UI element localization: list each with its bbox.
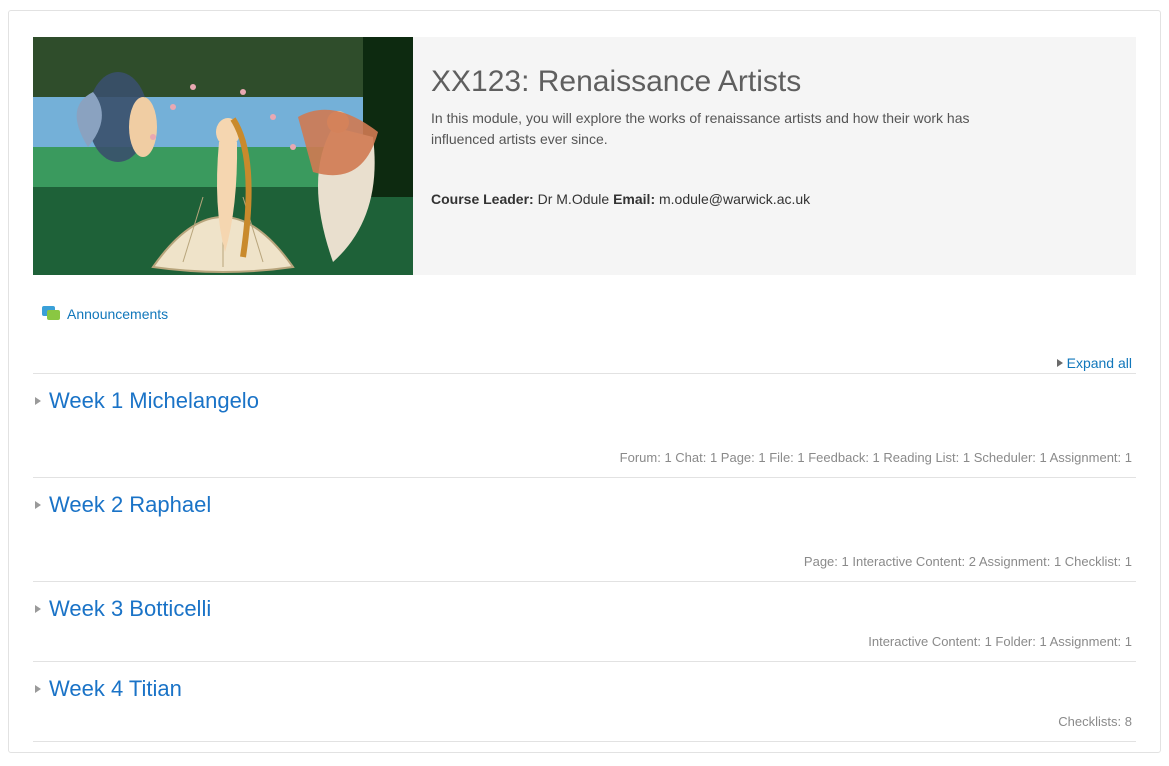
chevron-right-icon xyxy=(35,501,41,509)
expand-all-row: Expand all xyxy=(33,355,1136,373)
course-title: XX123: Renaissance Artists xyxy=(431,65,1118,100)
section-summary: Forum: 1 Chat: 1 Page: 1 File: 1 Feedbac… xyxy=(33,420,1136,473)
leader-label: Course Leader xyxy=(431,191,529,207)
section-week-4: Week 4 Titian Checklists: 8 xyxy=(33,661,1136,742)
section-summary: Checklists: 8 xyxy=(33,708,1136,737)
course-leader-line: Course Leader: Dr M.Odule Email: m.odule… xyxy=(431,191,1118,207)
chevron-right-icon xyxy=(35,397,41,405)
section-week-3: Week 3 Botticelli Interactive Content: 1… xyxy=(33,581,1136,661)
expand-all-button[interactable]: Expand all xyxy=(1057,355,1132,371)
chevron-right-icon xyxy=(35,685,41,693)
section-toggle[interactable]: Week 3 Botticelli xyxy=(33,596,1136,628)
section-title[interactable]: Week 2 Raphael xyxy=(49,492,211,518)
section-title[interactable]: Week 1 Michelangelo xyxy=(49,388,259,414)
section-toggle[interactable]: Week 4 Titian xyxy=(33,676,1136,708)
announcements-row[interactable]: Announcements xyxy=(41,305,1136,323)
section-title[interactable]: Week 4 Titian xyxy=(49,676,182,702)
section-summary: Interactive Content: 1 Folder: 1 Assignm… xyxy=(33,628,1136,657)
course-card: XX123: Renaissance Artists In this modul… xyxy=(8,10,1161,753)
section-toggle[interactable]: Week 1 Michelangelo xyxy=(33,388,1136,420)
email-value: m.odule@warwick.ac.uk xyxy=(659,191,810,207)
expand-all-label: Expand all xyxy=(1067,355,1132,371)
email-label: Email xyxy=(613,191,650,207)
section-title[interactable]: Week 3 Botticelli xyxy=(49,596,211,622)
section-week-1: Week 1 Michelangelo Forum: 1 Chat: 1 Pag… xyxy=(33,373,1136,477)
course-header: XX123: Renaissance Artists In this modul… xyxy=(33,37,1136,275)
chevron-right-icon xyxy=(1057,359,1063,367)
leader-name: Dr M.Odule xyxy=(538,191,610,207)
section-summary: Page: 1 Interactive Content: 2 Assignmen… xyxy=(33,524,1136,577)
section-toggle[interactable]: Week 2 Raphael xyxy=(33,492,1136,524)
course-meta: XX123: Renaissance Artists In this modul… xyxy=(413,37,1136,275)
course-description: In this module, you will explore the wor… xyxy=(431,108,991,151)
course-image xyxy=(33,37,413,275)
chevron-right-icon xyxy=(35,605,41,613)
announcements-icon xyxy=(41,305,61,323)
section-week-2: Week 2 Raphael Page: 1 Interactive Conte… xyxy=(33,477,1136,581)
announcements-link[interactable]: Announcements xyxy=(67,306,168,322)
